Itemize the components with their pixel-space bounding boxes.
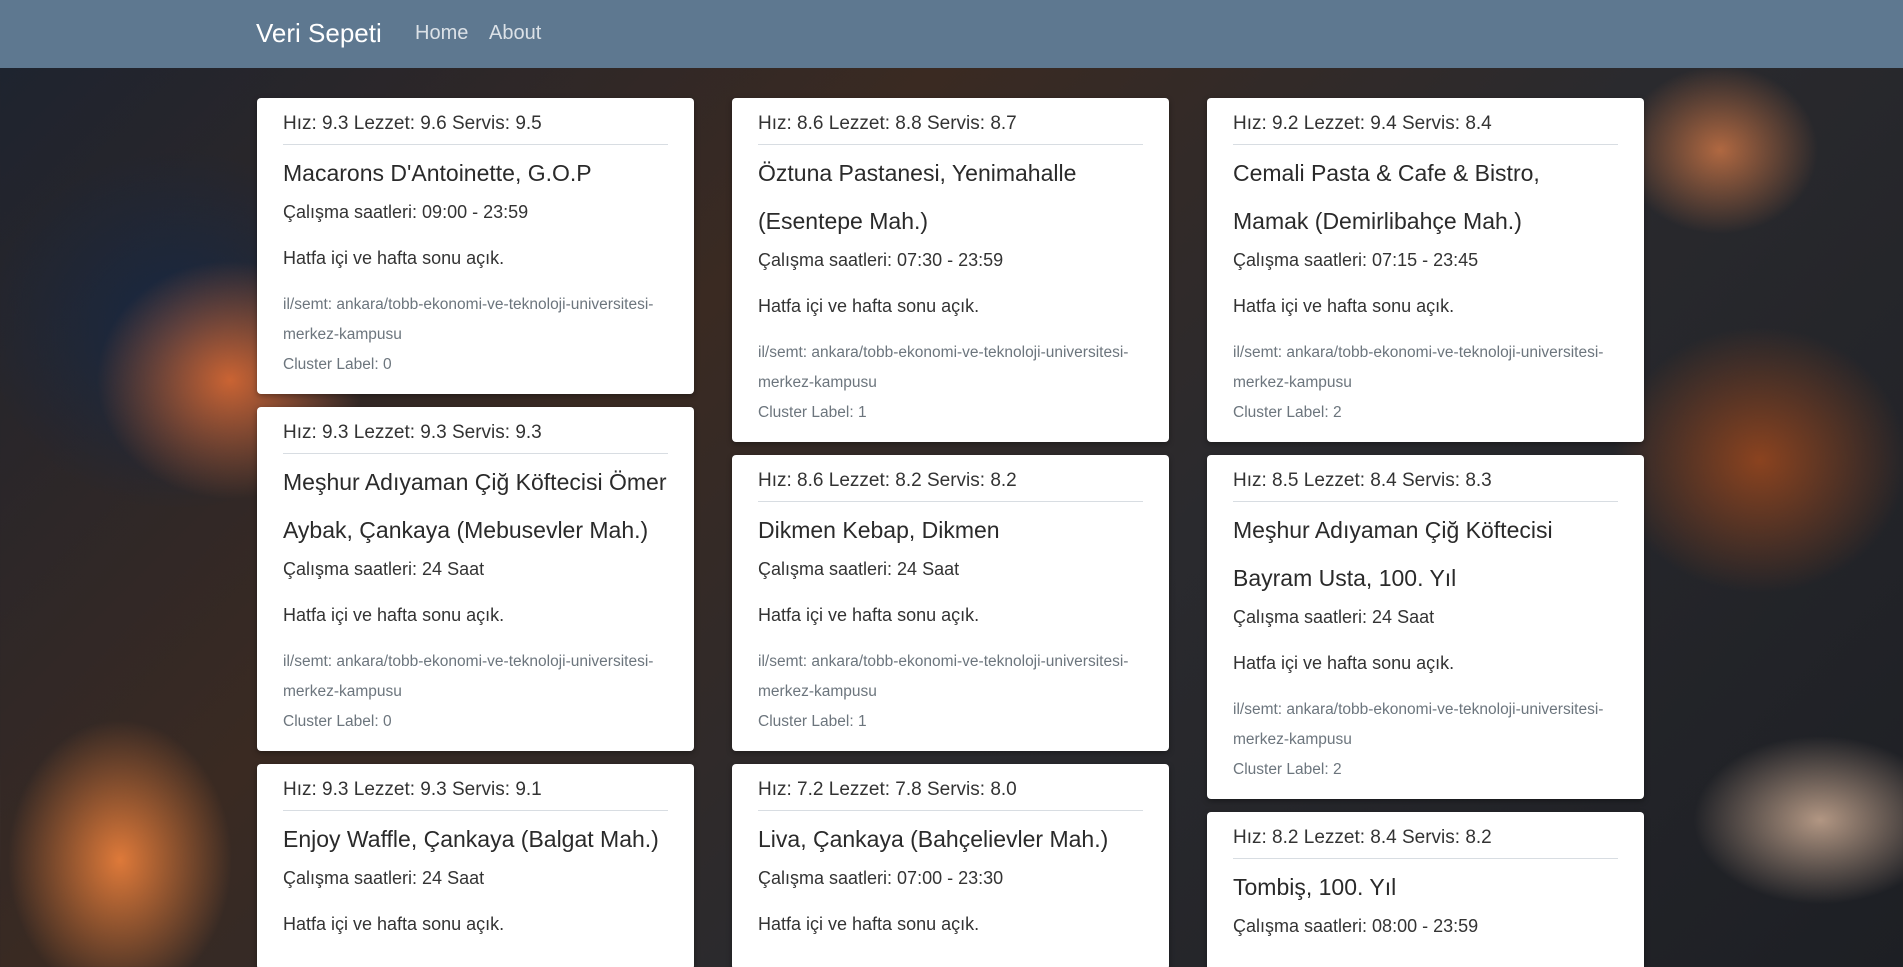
restaurant-card[interactable]: Hız: 8.5 Lezzet: 8.4 Servis: 8.3 Meşhur … <box>1207 455 1644 799</box>
location-text: il/semt: ankara/tobb-ekonomi-ve-teknoloj… <box>1233 701 1604 748</box>
open-days: Hatfa içi ve hafta sonu açık. <box>1233 296 1455 316</box>
restaurant-name: Enjoy Waffle, Çankaya (Balgat Mah.) <box>283 826 659 852</box>
open-days: Hatfa içi ve hafta sonu açık. <box>283 914 505 934</box>
working-hours: Çalışma saatleri: 24 Saat <box>758 559 960 579</box>
restaurant-name: Cemali Pasta & Cafe & Bistro, Mamak (Dem… <box>1233 160 1540 234</box>
rating-scores: Hız: 9.3 Lezzet: 9.3 Servis: 9.3 <box>283 421 668 454</box>
cluster-label: Cluster Label: 1 <box>758 404 867 421</box>
rating-scores: Hız: 9.2 Lezzet: 9.4 Servis: 8.4 <box>1233 112 1618 145</box>
cluster-label: Cluster Label: 2 <box>1233 761 1342 778</box>
restaurant-card[interactable]: Hız: 9.3 Lezzet: 9.3 Servis: 9.3 Meşhur … <box>257 407 694 751</box>
restaurant-card[interactable]: Hız: 8.6 Lezzet: 8.2 Servis: 8.2 Dikmen … <box>732 455 1169 751</box>
restaurant-column-1: Hız: 9.3 Lezzet: 9.6 Servis: 9.5 Macaron… <box>257 98 694 967</box>
working-hours: Çalışma saatleri: 24 Saat <box>1233 607 1435 627</box>
restaurant-column-3: Hız: 9.2 Lezzet: 9.4 Servis: 8.4 Cemali … <box>1207 98 1644 967</box>
cluster-label: Cluster Label: 0 <box>283 356 392 373</box>
restaurant-card[interactable]: Hız: 7.2 Lezzet: 7.8 Servis: 8.0 Liva, Ç… <box>732 764 1169 967</box>
navbar: Veri Sepeti Home About <box>0 0 1903 68</box>
working-hours: Çalışma saatleri: 07:00 - 23:30 <box>758 868 1004 888</box>
working-hours: Çalışma saatleri: 24 Saat <box>283 559 485 579</box>
working-hours: Çalışma saatleri: 24 Saat <box>283 868 485 888</box>
working-hours: Çalışma saatleri: 09:00 - 23:59 <box>283 202 529 222</box>
restaurant-name: Tombiş, 100. Yıl <box>1233 874 1397 900</box>
rating-scores: Hız: 8.5 Lezzet: 8.4 Servis: 8.3 <box>1233 469 1618 502</box>
restaurant-name: Meşhur Adıyaman Çiğ Köftecisi Ömer Aybak… <box>283 469 667 543</box>
open-days: Hatfa içi ve hafta sonu açık. <box>283 605 505 625</box>
rating-scores: Hız: 9.3 Lezzet: 9.3 Servis: 9.1 <box>283 778 668 811</box>
rating-scores: Hız: 7.2 Lezzet: 7.8 Servis: 8.0 <box>758 778 1143 811</box>
nav-link-home[interactable]: Home <box>415 22 468 45</box>
nav-link-about[interactable]: About <box>489 22 541 45</box>
rating-scores: Hız: 8.6 Lezzet: 8.2 Servis: 8.2 <box>758 469 1143 502</box>
rating-scores: Hız: 9.3 Lezzet: 9.6 Servis: 9.5 <box>283 112 668 145</box>
open-days: Hatfa içi ve hafta sonu açık. <box>758 914 980 934</box>
cluster-label: Cluster Label: 2 <box>1233 404 1342 421</box>
rating-scores: Hız: 8.2 Lezzet: 8.4 Servis: 8.2 <box>1233 826 1618 859</box>
open-days: Hatfa içi ve hafta sonu açık. <box>758 296 980 316</box>
location-text: il/semt: ankara/tobb-ekonomi-ve-teknoloj… <box>283 296 654 343</box>
cluster-label: Cluster Label: 1 <box>758 713 867 730</box>
location-text: il/semt: ankara/tobb-ekonomi-ve-teknoloj… <box>758 653 1129 700</box>
restaurant-name: Macarons D'Antoinette, G.O.P <box>283 160 592 186</box>
location-text: il/semt: ankara/tobb-ekonomi-ve-teknoloj… <box>758 344 1129 391</box>
restaurant-card[interactable]: Hız: 8.2 Lezzet: 8.4 Servis: 8.2 Tombiş,… <box>1207 812 1644 967</box>
restaurant-card[interactable]: Hız: 9.2 Lezzet: 9.4 Servis: 8.4 Cemali … <box>1207 98 1644 442</box>
open-days: Hatfa içi ve hafta sonu açık. <box>283 248 505 268</box>
open-days: Hatfa içi ve hafta sonu açık. <box>1233 653 1455 673</box>
working-hours: Çalışma saatleri: 07:30 - 23:59 <box>758 250 1004 270</box>
restaurant-name: Öztuna Pastanesi, Yenimahalle (Esentepe … <box>758 160 1077 234</box>
working-hours: Çalışma saatleri: 07:15 - 23:45 <box>1233 250 1479 270</box>
brand-link[interactable]: Veri Sepeti <box>256 18 382 49</box>
restaurant-card[interactable]: Hız: 8.6 Lezzet: 8.8 Servis: 8.7 Öztuna … <box>732 98 1169 442</box>
location-text: il/semt: ankara/tobb-ekonomi-ve-teknoloj… <box>283 653 654 700</box>
open-days: Hatfa içi ve hafta sonu açık. <box>758 605 980 625</box>
cluster-label: Cluster Label: 0 <box>283 713 392 730</box>
restaurant-name: Dikmen Kebap, Dikmen <box>758 517 1000 543</box>
working-hours: Çalışma saatleri: 08:00 - 23:59 <box>1233 916 1479 936</box>
restaurant-card[interactable]: Hız: 9.3 Lezzet: 9.3 Servis: 9.1 Enjoy W… <box>257 764 694 967</box>
restaurant-card[interactable]: Hız: 9.3 Lezzet: 9.6 Servis: 9.5 Macaron… <box>257 98 694 394</box>
rating-scores: Hız: 8.6 Lezzet: 8.8 Servis: 8.7 <box>758 112 1143 145</box>
restaurant-column-2: Hız: 8.6 Lezzet: 8.8 Servis: 8.7 Öztuna … <box>732 98 1169 967</box>
restaurant-name: Liva, Çankaya (Bahçelievler Mah.) <box>758 826 1109 852</box>
location-text: il/semt: ankara/tobb-ekonomi-ve-teknoloj… <box>1233 344 1604 391</box>
restaurant-name: Meşhur Adıyaman Çiğ Köftecisi Bayram Ust… <box>1233 517 1553 591</box>
